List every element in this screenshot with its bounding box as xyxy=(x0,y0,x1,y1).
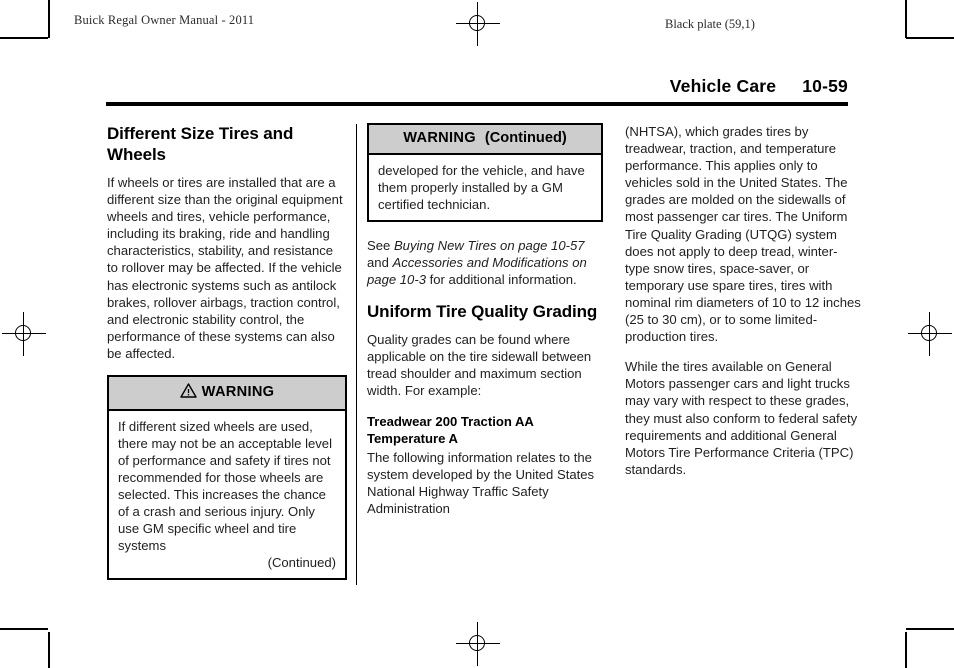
crop-mark-top-left-horizontal xyxy=(0,37,48,39)
cross-reference-tail: for additional information. xyxy=(425,272,577,288)
manual-title: Buick Regal Owner Manual - 2011 xyxy=(74,13,255,27)
warning-label: WARNING xyxy=(403,130,476,146)
crop-mark-top-right-horizontal xyxy=(906,37,954,39)
subheading-example-grades: Treadwear 200 Traction AA Temperature A xyxy=(367,413,534,446)
crop-mark-top-left-vertical xyxy=(48,0,50,38)
registration-mark-left xyxy=(2,312,46,356)
registration-mark-bottom xyxy=(456,622,500,666)
crop-mark-bottom-right-vertical xyxy=(905,632,907,668)
paragraph-different-size-tires: If wheels or tires are installed that ar… xyxy=(107,175,343,361)
crop-mark-bottom-left-horizontal xyxy=(0,628,48,630)
warning-continued-body: developed for the vehicle, and have them… xyxy=(369,155,601,220)
registration-mark-top xyxy=(456,2,500,46)
page-header: Vehicle Care 10-59 xyxy=(106,76,848,103)
section-heading-uniform-tire-quality-grading: Uniform Tire Quality Grading xyxy=(367,302,598,322)
column-three: (NHTSA), which grades tires by treadwear… xyxy=(625,123,861,478)
crop-mark-bottom-left-vertical xyxy=(48,632,50,668)
cross-reference-conjunction: and xyxy=(367,254,393,270)
paragraph-following-information: The following information relates to the… xyxy=(367,449,595,516)
warning-box-continued: WARNING (Continued) developed for the veh… xyxy=(367,123,603,222)
warning-continued-label: (Continued) xyxy=(267,555,336,571)
page-header-section: Vehicle Care xyxy=(669,76,777,96)
warning-label: WARNING xyxy=(201,384,275,401)
page-header-number: 10-59 xyxy=(802,76,848,96)
warning-box-header: WARNING xyxy=(109,377,345,411)
registration-mark-right xyxy=(908,312,952,356)
black-plate-label: Black plate (59,1) xyxy=(665,17,755,31)
section-heading-different-size-tires: Different Size Tires and Wheels xyxy=(107,124,294,164)
cross-reference-paragraph: See Buying New Tires on page 10-57 and A… xyxy=(367,237,607,288)
header-rule xyxy=(106,102,848,106)
column-divider xyxy=(356,124,357,585)
warning-continued-text: developed for the vehicle, and have them… xyxy=(378,162,585,212)
crop-mark-bottom-right-horizontal xyxy=(906,628,954,630)
cross-reference-link-buying-new-tires[interactable]: Buying New Tires on page 10-57 xyxy=(394,238,585,253)
crop-mark-top-right-vertical xyxy=(905,0,907,38)
warning-triangle-icon xyxy=(179,383,197,402)
warning-text: If different sized wheels are used, ther… xyxy=(118,418,333,554)
column-two: WARNING (Continued) developed for the veh… xyxy=(367,123,607,517)
warning-continued-header: WARNING (Continued) xyxy=(369,125,601,155)
paragraph-general-motors-tires: While the tires available on General Mot… xyxy=(625,359,858,477)
warning-continued-suffix: (Continued) xyxy=(484,130,567,146)
warning-box-body: If different sized wheels are used, ther… xyxy=(109,411,345,579)
warning-box-different-size-tires: WARNING If different sized wheels are us… xyxy=(107,375,347,581)
paragraph-nhtsa: (NHTSA), which grades tires by treadwear… xyxy=(625,124,861,345)
paragraph-quality-grades: Quality grades can be found where applic… xyxy=(367,332,592,399)
column-one: Different Size Tires and Wheels If wheel… xyxy=(107,123,347,581)
cross-reference-lead: See xyxy=(367,237,394,253)
